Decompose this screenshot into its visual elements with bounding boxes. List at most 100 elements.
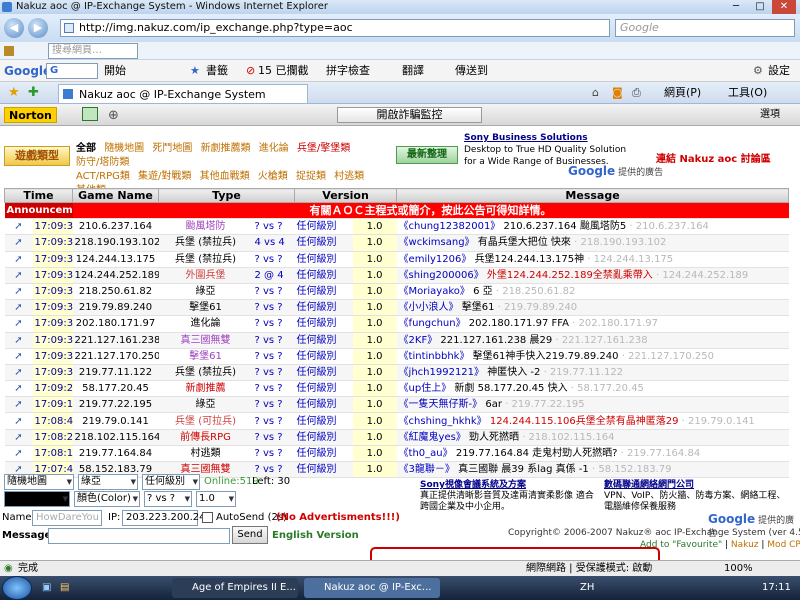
message-input[interactable] — [48, 528, 230, 544]
footer-ad-2-title[interactable]: 數碼聯通網絡網門公司 — [604, 480, 794, 491]
google-open-button[interactable]: 開始 — [104, 60, 126, 81]
table-row[interactable]: ➚17:09:32219.77.11.122兵堡 (禁拉兵)? vs ?任何級別… — [4, 364, 789, 382]
row-ip[interactable]: 124.244.252.189 — [72, 267, 159, 284]
zoom-level[interactable]: 100% — [724, 561, 753, 576]
autosend-checkbox[interactable] — [202, 512, 213, 523]
category-link[interactable]: 隨機地圖 — [104, 143, 144, 154]
footer-ad-1-title[interactable]: Sony視像會議系統及方案 — [420, 480, 596, 491]
table-row[interactable]: ➚17:09:32202.180.171.97進化論? vs ?任何級別1.0《… — [4, 315, 789, 333]
quicklaunch-icon[interactable]: ▤ — [60, 576, 69, 600]
row-ip[interactable]: 219.79.0.141 — [72, 412, 159, 430]
version-select[interactable]: 1.0 — [196, 491, 236, 507]
category-link[interactable]: 兵堡/擎堡類 — [297, 143, 350, 154]
map-select[interactable]: 隨機地圖 — [4, 474, 74, 490]
globe-icon[interactable]: ⊕ — [108, 105, 119, 125]
row-icon[interactable]: ➚ — [4, 348, 33, 365]
announcement-row[interactable]: Announcement 有關ＡＯＣ主程式或簡介，按此公告可得知詳情。 — [4, 202, 789, 220]
row-icon[interactable]: ➚ — [4, 429, 33, 446]
row-icon[interactable]: ➚ — [4, 380, 33, 398]
category-link[interactable]: 進化論 — [259, 143, 289, 154]
category-link[interactable]: 其他血戰類 — [200, 171, 250, 182]
bookmarks-button[interactable]: 書籤 — [206, 60, 228, 81]
sony-ad-title[interactable]: Sony Business Solutions — [464, 132, 634, 144]
table-row[interactable]: ➚17:09:33219.79.89.240擊堡61? vs ?任何級別1.0《… — [4, 299, 789, 317]
table-row[interactable]: ➚17:09:2558.177.20.45新劇推薦? vs ?任何級別1.0《u… — [4, 380, 789, 398]
category-link[interactable]: 火槍類 — [258, 171, 288, 182]
category-link[interactable]: 捉捉類 — [296, 171, 326, 182]
add-favourite-link[interactable]: Add to "Favourite" — [640, 540, 722, 550]
category-link[interactable]: ACT/RPG類 — [76, 171, 130, 182]
category-link[interactable]: 村逃類 — [334, 171, 364, 182]
home-icon[interactable]: ⌂ — [592, 82, 599, 103]
table-row[interactable]: ➚17:09:16219.77.22.195綠亞? vs ?任何級別1.0《一隻… — [4, 396, 789, 414]
fraud-monitor-button[interactable]: 開啟詐騙監控 — [337, 107, 482, 123]
table-row[interactable]: ➚17:09:34124.244.13.175兵堡 (禁拉兵)? vs ?任何級… — [4, 251, 789, 268]
back-icon[interactable]: ◀ — [4, 18, 24, 38]
sony-ad[interactable]: Sony Business Solutions Desktop to True … — [464, 132, 634, 168]
start-button[interactable] — [2, 576, 32, 600]
taskbar-task-ie[interactable]: Nakuz aoc @ IP-Exc... — [304, 578, 440, 598]
row-icon[interactable]: ➚ — [4, 251, 33, 268]
row-icon[interactable]: ➚ — [4, 445, 33, 463]
row-icon[interactable]: ➚ — [4, 315, 33, 333]
quicklaunch-icon[interactable]: ▣ — [42, 576, 51, 600]
row-ip[interactable]: 218.102.115.164 — [72, 429, 159, 446]
page-menu-button[interactable]: 網頁(P) — [664, 82, 701, 103]
footer-ad-1[interactable]: Sony視像會議系統及方案 真正提供清晰影音質及達兩清實柔影像 適合跨國企業及中… — [420, 480, 596, 513]
nakuz-link[interactable]: Nakuz — [731, 540, 759, 550]
category-link[interactable]: 全部 — [76, 143, 96, 154]
row-ip[interactable]: 219.77.11.122 — [72, 364, 159, 382]
table-row[interactable]: ➚17:09:32221.127.170.250擊堡61? vs ?任何級別1.… — [4, 348, 789, 365]
norton-logo[interactable]: Norton — [4, 107, 57, 123]
category-link[interactable]: 防守/塔防類 — [76, 157, 129, 168]
table-row[interactable]: ➚17:09:33218.250.61.82綠亞? vs ?任何級別1.0《Mo… — [4, 283, 789, 301]
category-link[interactable]: 死鬥地圖 — [152, 143, 192, 154]
taskbar-task-aoe[interactable]: Age of Empires II E... — [172, 578, 298, 598]
row-ip[interactable]: 210.6.237.164 — [72, 218, 159, 236]
table-row[interactable]: ➚17:09:36218.190.193.102兵堡 (禁拉兵)4 vs 4任何… — [4, 234, 789, 252]
name-input[interactable]: HowDareYou — [32, 510, 102, 526]
row-ip[interactable]: 218.190.193.102 — [72, 234, 159, 252]
language-indicator[interactable]: ZH — [580, 576, 594, 600]
row-icon[interactable]: ➚ — [4, 396, 33, 414]
google-search-input[interactable]: G — [46, 63, 98, 79]
print-icon[interactable]: ⎙ — [632, 82, 641, 103]
announcement-text[interactable]: 有關ＡＯＣ主程式或簡介，按此公告可得知詳情。 — [72, 202, 789, 220]
category-link[interactable]: 新劇推薦類 — [201, 143, 251, 154]
web-search-input[interactable]: 搜尋網頁… — [48, 43, 138, 59]
row-ip[interactable]: 218.250.61.82 — [72, 283, 159, 301]
row-icon[interactable]: ➚ — [4, 283, 33, 301]
latest-news-button[interactable]: 最新整理 — [396, 146, 458, 164]
ip-input[interactable]: 203.223.200.24 — [122, 510, 206, 526]
table-row[interactable]: ➚17:08:13219.77.164.84村逃類? vs ?任何級別1.0《t… — [4, 445, 789, 463]
table-row[interactable]: ➚17:09:34124.244.252.189外圍兵堡2 @ 4任何級別1.0… — [4, 267, 789, 284]
send-button[interactable]: Send — [232, 526, 268, 544]
level-select[interactable]: 任何級別 — [142, 474, 200, 490]
row-icon[interactable]: ➚ — [4, 332, 33, 349]
row-ip[interactable]: 221.127.170.250 — [72, 348, 159, 365]
norton-options-button[interactable]: 選項 — [760, 104, 780, 125]
maximize-icon[interactable]: □ — [748, 0, 772, 14]
settings-button[interactable]: 設定 — [768, 60, 790, 81]
favorites-star-icon[interactable]: ★ — [8, 82, 20, 103]
minimize-icon[interactable]: ─ — [724, 0, 748, 14]
forward-icon[interactable]: ▶ — [28, 18, 48, 38]
modcp-link[interactable]: Mod CP — [767, 540, 800, 550]
norton-monitor-icon[interactable] — [82, 107, 98, 121]
row-icon[interactable]: ➚ — [4, 218, 33, 236]
url-input[interactable]: http://img.nakuz.com/ip_exchange.php?typ… — [60, 19, 610, 37]
table-row[interactable]: ➚17:09:36210.6.237.164颱風塔防? vs ?任何級別1.0《… — [4, 218, 789, 236]
color-select[interactable]: 顏色(Color) — [74, 491, 140, 507]
forum-link[interactable]: 連結 Nakuz aoc 討論區 — [656, 150, 771, 165]
spellcheck-button[interactable]: 拼字檢查 — [326, 60, 370, 81]
footer-ad-2[interactable]: 數碼聯通網絡網門公司 VPN、VoIP、防火牆、防毒方案、網絡工程、電腦維修保養… — [604, 480, 794, 513]
row-icon[interactable]: ➚ — [4, 234, 33, 252]
vs-select[interactable]: ? vs ? — [144, 491, 192, 507]
add-favorite-icon[interactable]: ✚ — [28, 82, 39, 103]
row-ip[interactable]: 219.77.164.84 — [72, 445, 159, 463]
table-row[interactable]: ➚17:08:21218.102.115.164前傳長RPG? vs ?任何級別… — [4, 429, 789, 446]
color-swatch-select[interactable] — [4, 491, 70, 507]
rss-icon[interactable]: ◙ — [612, 82, 623, 103]
send-to-button[interactable]: 傳送到 — [455, 60, 488, 81]
english-version-link[interactable]: English Version — [272, 528, 359, 544]
